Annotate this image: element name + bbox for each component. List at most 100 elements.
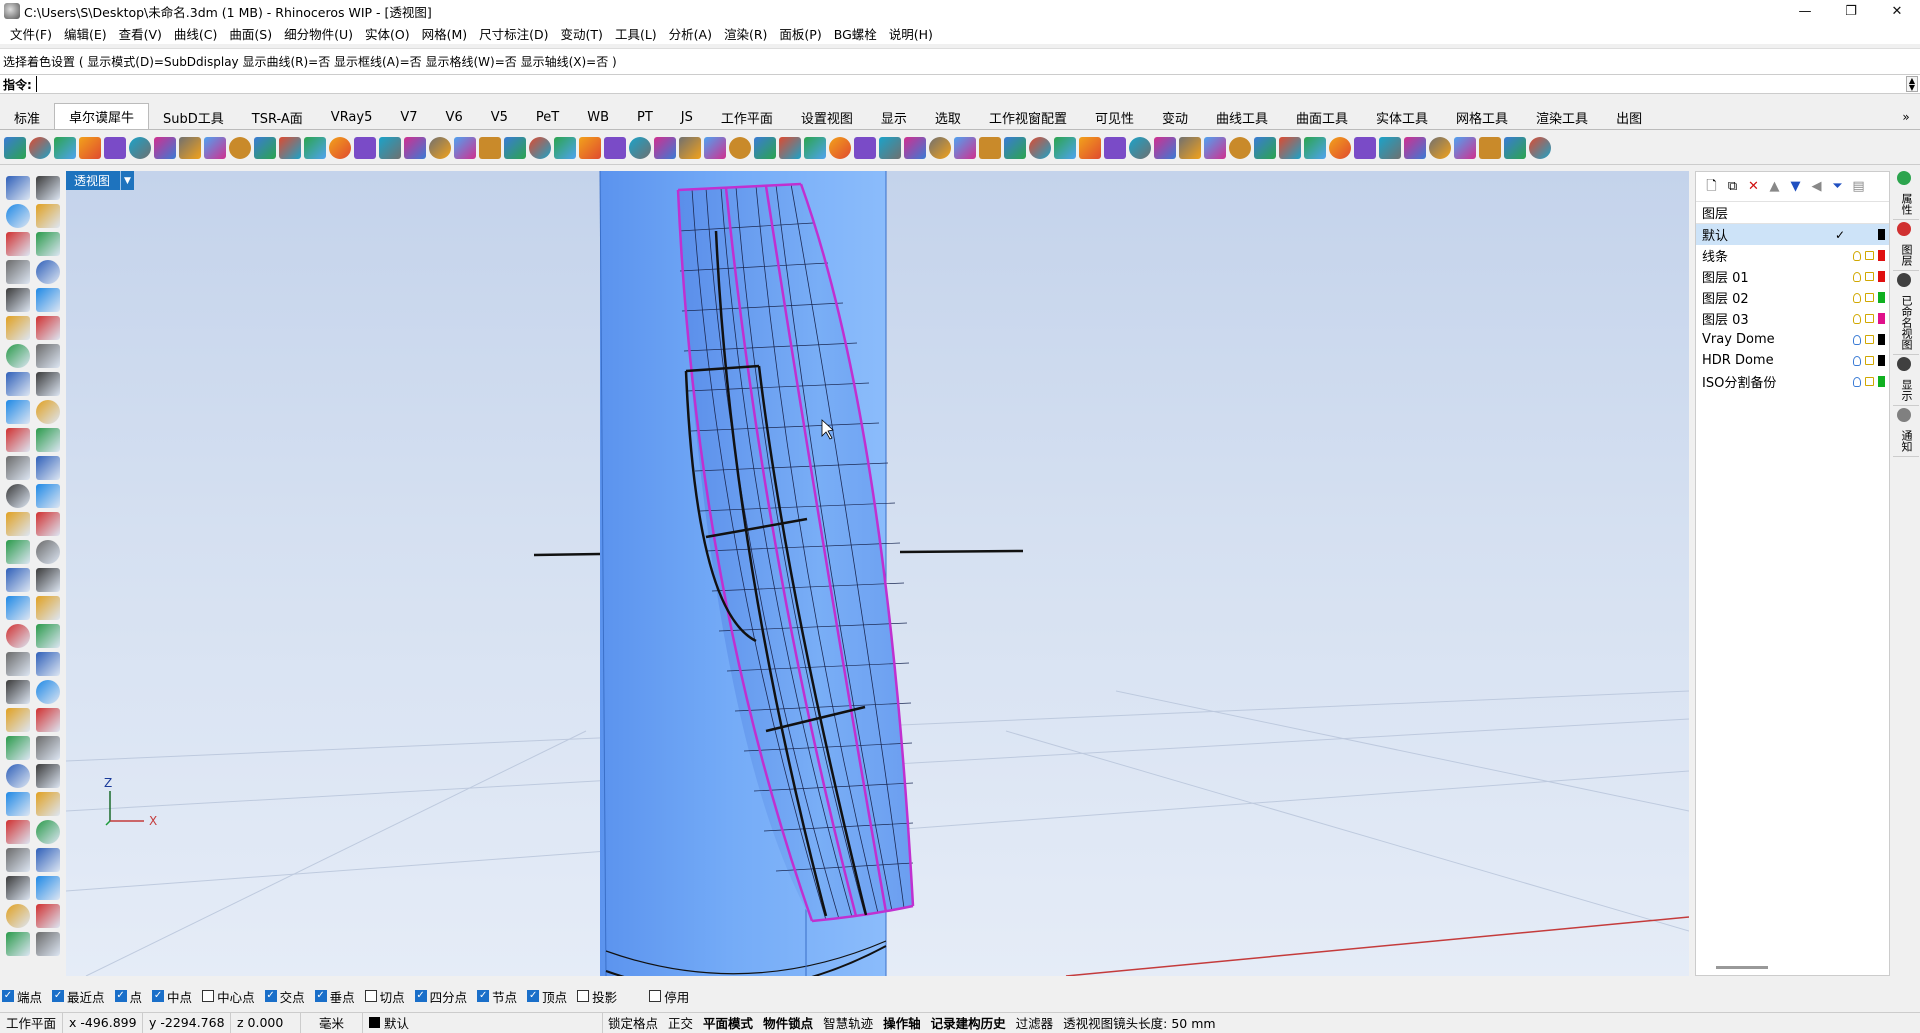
toolbar-tool-icon[interactable]: [729, 136, 751, 159]
tab-18[interactable]: 变动: [1148, 105, 1202, 129]
toolbar-tool-icon[interactable]: [754, 136, 776, 159]
layer-color-swatch[interactable]: [1878, 334, 1885, 345]
osnap-checkbox[interactable]: [649, 990, 662, 1002]
tab-2[interactable]: SubD工具: [149, 105, 238, 129]
osnap-checkbox[interactable]: ✓: [152, 990, 165, 1002]
left-tool-icon[interactable]: [6, 596, 30, 620]
left-tool-icon[interactable]: [36, 260, 60, 284]
close-button[interactable]: ✕: [1874, 0, 1920, 22]
osnap-item[interactable]: ✓ 端点: [2, 987, 42, 1006]
toolbar-tool-icon[interactable]: [179, 136, 201, 159]
osnap-checkbox[interactable]: ✓: [414, 990, 427, 1002]
osnap-item[interactable]: ✓ 四分点: [414, 987, 467, 1006]
move-left-icon[interactable]: ◀: [1809, 179, 1824, 194]
toolbar-tool-icon[interactable]: [1504, 136, 1526, 159]
toolbar-tool-icon[interactable]: [879, 136, 901, 159]
toolbar-tool-icon[interactable]: [1479, 136, 1501, 159]
left-tool-icon[interactable]: [36, 344, 60, 368]
left-tool-icon[interactable]: [6, 932, 30, 956]
menu-item-1[interactable]: 编辑(E): [58, 24, 113, 43]
lock-icon[interactable]: [1865, 314, 1874, 323]
tab-4[interactable]: VRay5: [317, 105, 387, 129]
left-tool-icon[interactable]: [6, 316, 30, 340]
visibility-bulb-icon[interactable]: [1853, 292, 1861, 303]
left-tool-icon[interactable]: [6, 876, 30, 900]
layer-options-icon[interactable]: ▤: [1851, 179, 1866, 194]
toolbar-tool-icon[interactable]: [1179, 136, 1201, 159]
layer-row[interactable]: ISO分割备份: [1696, 371, 1889, 392]
side-tab-4[interactable]: 通知: [1892, 408, 1920, 457]
tab-14[interactable]: 显示: [867, 105, 921, 129]
left-tool-icon[interactable]: [6, 624, 30, 648]
tab-10[interactable]: PT: [623, 105, 667, 129]
tabs-overflow-icon[interactable]: »: [1892, 105, 1920, 129]
left-tool-icon[interactable]: [6, 176, 30, 200]
left-tool-icon[interactable]: [36, 204, 60, 228]
toolbar-tool-icon[interactable]: [1429, 136, 1451, 159]
layer-color-swatch[interactable]: [1878, 229, 1885, 240]
visibility-bulb-icon[interactable]: [1853, 313, 1861, 324]
side-tab-1[interactable]: 图层: [1892, 222, 1920, 271]
layer-color-swatch[interactable]: [1878, 292, 1885, 303]
toolbar-tool-icon[interactable]: [679, 136, 701, 159]
osnap-checkbox[interactable]: [577, 990, 590, 1002]
osnap-checkbox[interactable]: ✓: [527, 990, 540, 1002]
layer-color-swatch[interactable]: [1878, 313, 1885, 324]
layer-row[interactable]: Vray Dome: [1696, 329, 1889, 350]
left-tool-icon[interactable]: [6, 260, 30, 284]
left-tool-icon[interactable]: [36, 428, 60, 452]
side-tab-0[interactable]: 属性: [1892, 171, 1920, 220]
left-tool-icon[interactable]: [6, 288, 30, 312]
osnap-checkbox[interactable]: ✓: [314, 990, 327, 1002]
toolbar-tool-icon[interactable]: [629, 136, 651, 159]
status-toggle-4[interactable]: 智慧轨迹: [818, 1013, 878, 1033]
osnap-item[interactable]: 投影: [577, 987, 617, 1006]
osnap-checkbox[interactable]: [202, 990, 215, 1002]
toolbar-tool-icon[interactable]: [229, 136, 251, 159]
osnap-item[interactable]: 中心点: [202, 987, 255, 1006]
lock-icon[interactable]: [1865, 293, 1874, 302]
layer-row[interactable]: 图层 03: [1696, 308, 1889, 329]
toolbar-tool-icon[interactable]: [1454, 136, 1476, 159]
left-tool-icon[interactable]: [6, 372, 30, 396]
toolbar-tool-icon[interactable]: [1529, 136, 1551, 159]
command-scroll-icon[interactable]: ▲ ▼: [1906, 76, 1918, 92]
toolbar-tool-icon[interactable]: [29, 136, 51, 159]
toolbar-tool-icon[interactable]: [954, 136, 976, 159]
left-tool-icon[interactable]: [6, 204, 30, 228]
toolbar-tool-icon[interactable]: [904, 136, 926, 159]
left-tool-icon[interactable]: [36, 316, 60, 340]
toolbar-tool-icon[interactable]: [354, 136, 376, 159]
command-input[interactable]: [35, 76, 1896, 92]
layer-color-swatch[interactable]: [1878, 355, 1885, 366]
filter-icon[interactable]: ⏷: [1830, 179, 1845, 194]
left-tool-icon[interactable]: [36, 792, 60, 816]
left-tool-icon[interactable]: [36, 764, 60, 788]
osnap-item[interactable]: ✓ 顶点: [527, 987, 567, 1006]
left-tool-icon[interactable]: [6, 736, 30, 760]
left-tool-icon[interactable]: [36, 372, 60, 396]
delete-layer-icon[interactable]: ✕: [1746, 179, 1761, 194]
tab-0[interactable]: 标准: [0, 105, 54, 129]
visibility-bulb-icon[interactable]: [1853, 355, 1861, 366]
toolbar-tool-icon[interactable]: [1104, 136, 1126, 159]
menu-item-15[interactable]: 说明(H): [883, 24, 939, 43]
toolbar-tool-icon[interactable]: [1254, 136, 1276, 159]
status-toggle-2[interactable]: 平面模式: [698, 1013, 758, 1033]
status-toggle-5[interactable]: 操作轴: [878, 1013, 926, 1033]
minimize-button[interactable]: —: [1782, 0, 1828, 22]
toolbar-tool-icon[interactable]: [529, 136, 551, 159]
toolbar-tool-icon[interactable]: [79, 136, 101, 159]
tab-24[interactable]: 出图: [1602, 105, 1656, 129]
left-tool-icon[interactable]: [6, 792, 30, 816]
osnap-item[interactable]: ✓ 点: [114, 987, 142, 1006]
toolbar-tool-icon[interactable]: [204, 136, 226, 159]
move-down-icon[interactable]: ▼: [1788, 179, 1803, 194]
osnap-checkbox[interactable]: ✓: [2, 990, 14, 1002]
left-tool-icon[interactable]: [6, 904, 30, 928]
toolbar-tool-icon[interactable]: [429, 136, 451, 159]
toolbar-tool-icon[interactable]: [1379, 136, 1401, 159]
osnap-item[interactable]: 停用: [649, 987, 689, 1006]
toolbar-tool-icon[interactable]: [979, 136, 1001, 159]
left-tool-icon[interactable]: [36, 596, 60, 620]
